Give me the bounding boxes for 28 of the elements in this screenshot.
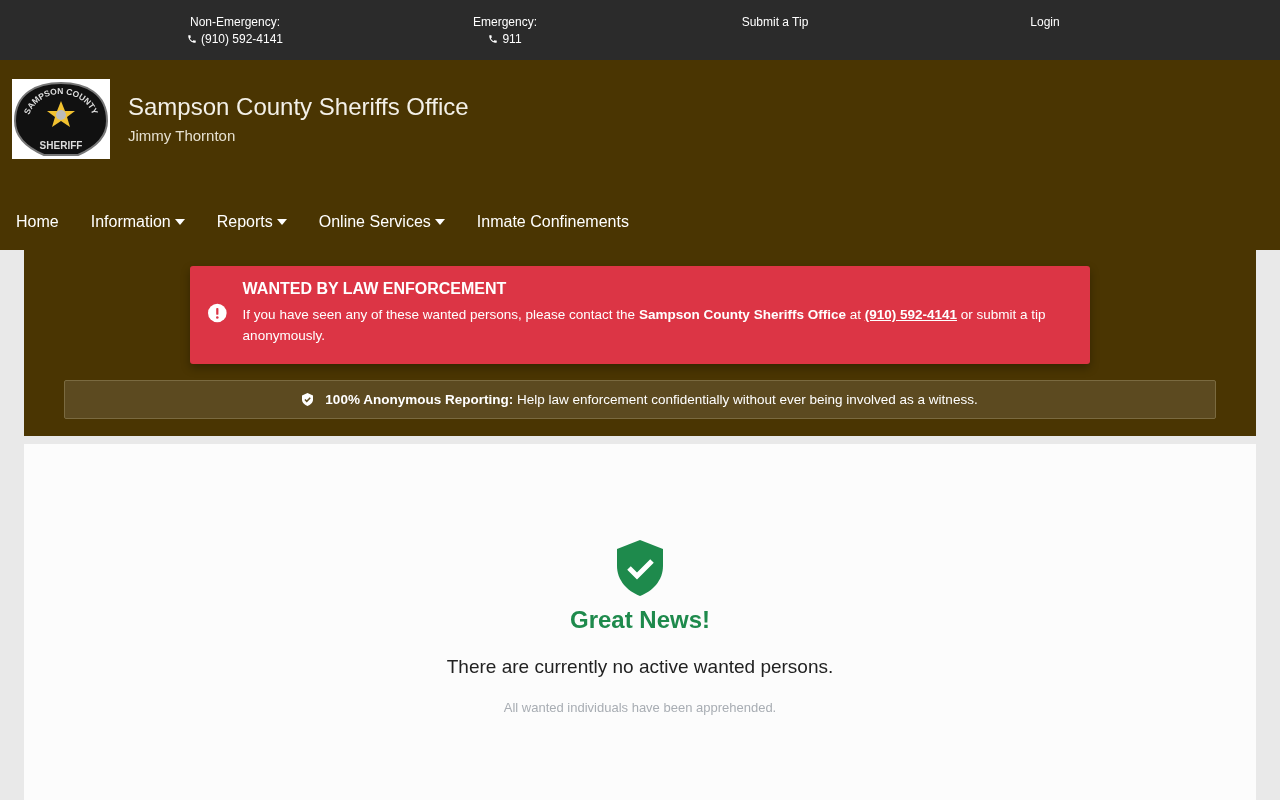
shield-check-icon: [302, 393, 314, 406]
notice-text: 100% Anonymous Reporting: Help law enforcement confidentially without ever being involved as a witness.: [325, 392, 978, 407]
phone-icon: [488, 34, 499, 44]
nav-link[interactable]: Home: [12, 205, 75, 239]
sheriff-name: Jimmy Thornton: [128, 127, 236, 144]
caret-icon: [276, 219, 287, 225]
empty-note: All wanted individuals have been apprehended.: [503, 700, 777, 715]
alert-message: If you have seen any of these wanted persons, please contact the Sampson County Sheriffs Office at (910) 592-4141 or submit a tip anonymously.: [242, 306, 1047, 345]
contact-label: Non-Emergency:: [189, 15, 280, 29]
caret-icon: [174, 219, 185, 225]
phone-link[interactable]: 911: [488, 32, 522, 46]
nav-link[interactable]: Information: [74, 205, 201, 239]
top-link[interactable]: Login: [1030, 15, 1060, 29]
exclamation-icon: [208, 303, 227, 323]
shield-check-icon: [617, 540, 663, 596]
alert-title: WANTED BY LAW ENFORCEMENT: [242, 280, 508, 298]
top-link[interactable]: Submit a Tip: [741, 15, 809, 29]
nav-link[interactable]: Inmate Confinements: [460, 205, 645, 239]
site-title: Sampson County Sheriffs Office: [128, 93, 469, 121]
success-title: Great News!: [569, 606, 711, 634]
contact-label: Emergency:: [473, 15, 537, 29]
phone-link[interactable]: (910) 592-4141: [186, 32, 284, 46]
empty-message: There are currently no active wanted persons.: [446, 656, 834, 678]
phone-icon: [186, 34, 197, 44]
caret-icon: [434, 219, 445, 225]
nav-link[interactable]: Online Services: [302, 205, 461, 239]
nav-link[interactable]: Reports: [200, 205, 303, 239]
phone-link[interactable]: (910) 592-4141: [864, 307, 957, 322]
